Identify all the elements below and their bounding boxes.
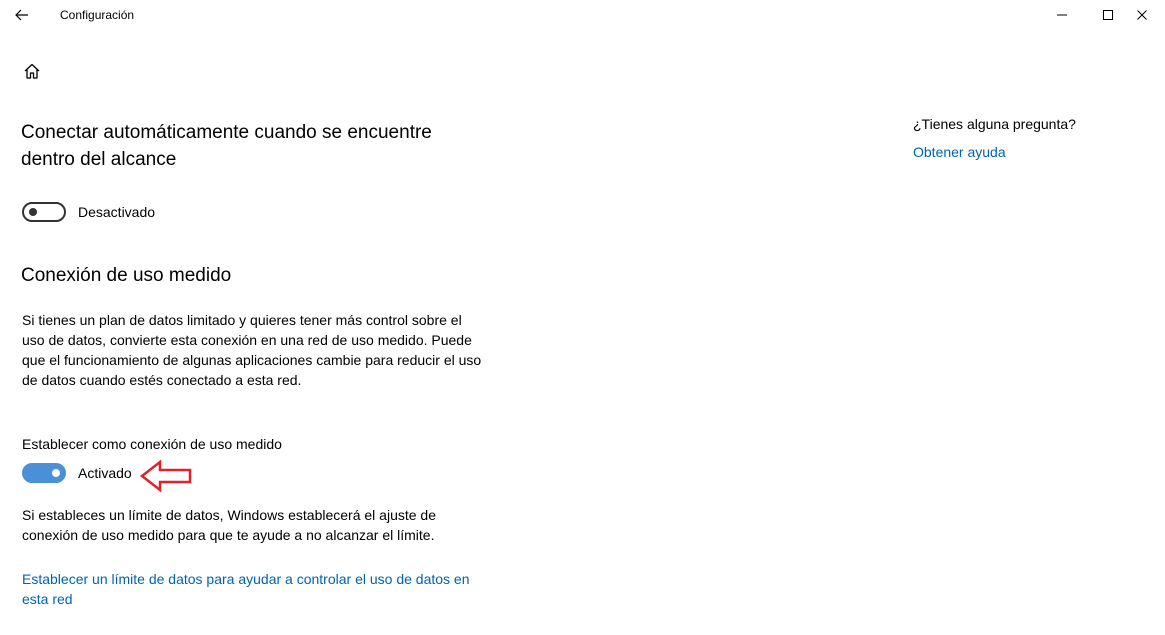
back-button[interactable]	[10, 3, 34, 27]
annotation-arrow-icon	[140, 459, 192, 493]
metered-description: Si tienes un plan de datos limitado y qu…	[22, 312, 482, 388]
metered-setting-label: Establecer como conexión de uso medido	[22, 436, 282, 452]
home-button[interactable]	[20, 59, 44, 83]
get-help-link[interactable]: Obtener ayuda	[913, 144, 1006, 160]
metered-toggle[interactable]	[22, 463, 66, 483]
back-arrow-icon	[15, 9, 28, 21]
set-data-limit-link[interactable]: Establecer un límite de datos para ayuda…	[22, 569, 472, 609]
auto-connect-toggle-label: Desactivado	[78, 204, 156, 220]
toggle-knob	[52, 469, 60, 477]
auto-connect-title: Conectar automáticamente cuando se encue…	[21, 122, 432, 170]
close-button[interactable]	[1119, 0, 1165, 30]
home-icon	[24, 63, 40, 79]
minimize-icon	[1057, 14, 1067, 16]
title-bar: Configuración	[0, 0, 1165, 30]
help-question: ¿Tienes alguna pregunta?	[913, 116, 1076, 132]
limit-note: Si estableces un límite de datos, Window…	[22, 507, 437, 543]
metered-title: Conexión de uso medido	[21, 265, 232, 286]
window-title: Configuración	[60, 8, 135, 22]
metered-toggle-label: Activado	[78, 465, 132, 481]
maximize-icon	[1103, 10, 1113, 20]
close-icon	[1137, 10, 1147, 20]
toggle-knob	[29, 208, 37, 216]
auto-connect-toggle[interactable]	[22, 202, 66, 222]
minimize-button[interactable]	[1039, 0, 1085, 30]
